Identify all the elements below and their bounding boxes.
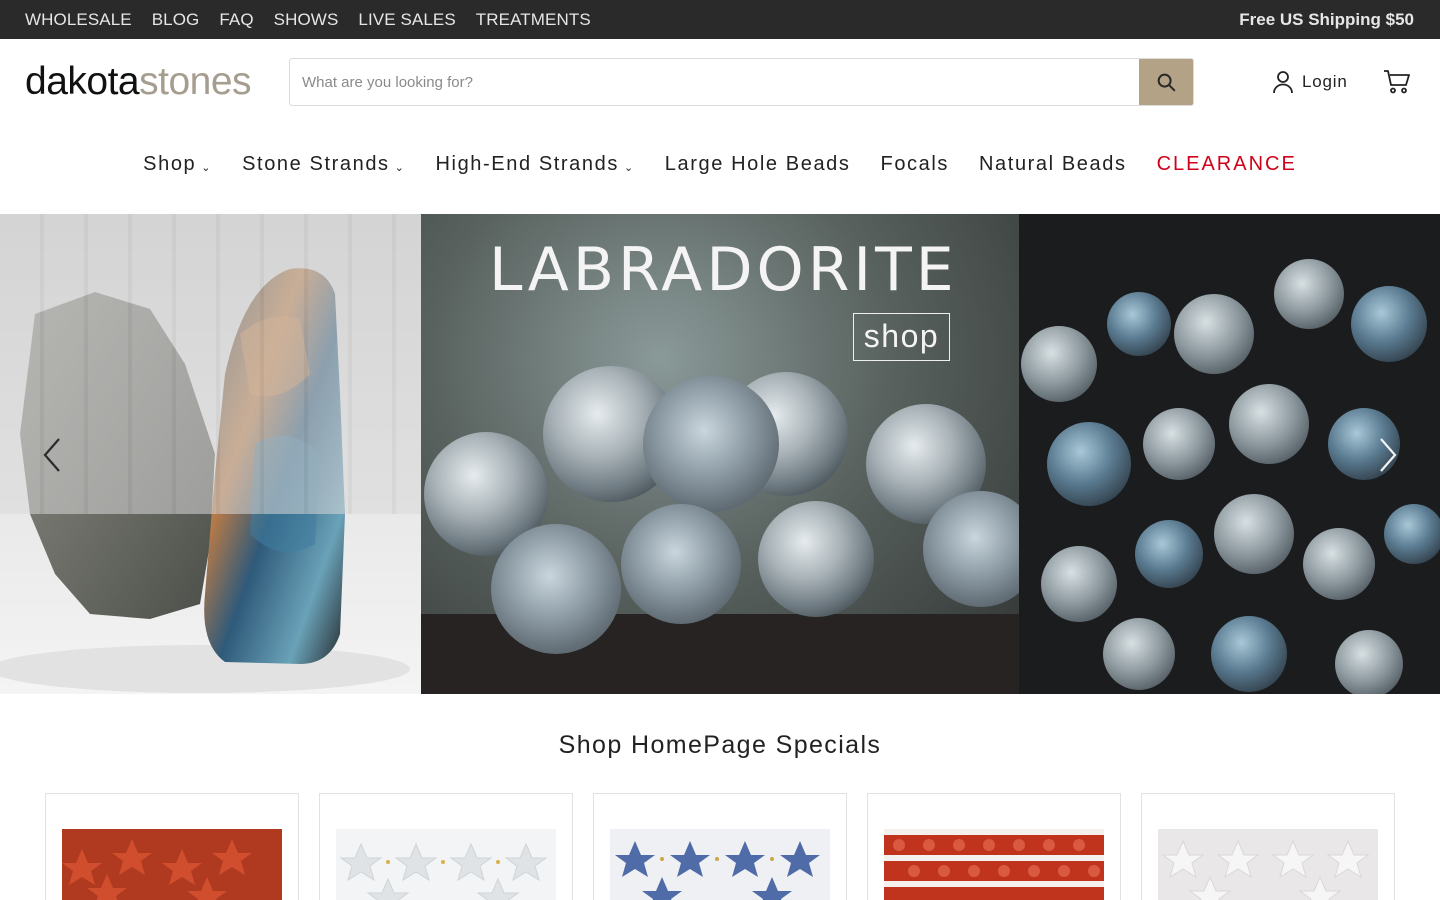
nav-item-focals[interactable]: Focals (881, 153, 950, 176)
slideshow-next-button[interactable] (1374, 435, 1402, 475)
product-image (884, 829, 1104, 900)
utility-link-faq[interactable]: FAQ (219, 10, 253, 30)
slideshow-prev-button[interactable] (38, 435, 66, 475)
hero-slideshow[interactable]: LABRADORITE shop (0, 214, 1440, 694)
product-card[interactable] (45, 793, 299, 900)
product-card[interactable] (1141, 793, 1395, 900)
nav-label: High-End Strands (435, 152, 619, 175)
chevron-down-icon: ⌄ (201, 161, 213, 174)
cart-icon (1384, 70, 1410, 94)
utility-links: WHOLESALE BLOG FAQ SHOWS LIVE SALES TREA… (25, 0, 611, 39)
product-card[interactable] (319, 793, 573, 900)
login-link[interactable]: Login (1272, 68, 1348, 96)
utility-link-treatments[interactable]: TREATMENTS (476, 10, 591, 30)
main-navigation: Shop ⌄ Stone Strands ⌄ High-End Strands ⌄ L… (0, 140, 1440, 188)
specials-heading: Shop HomePage Specials (558, 731, 882, 759)
search-bar (289, 58, 1194, 106)
utility-link-wholesale[interactable]: WHOLESALE (25, 10, 132, 30)
search-button[interactable] (1139, 59, 1193, 105)
nav-item-natural-beads[interactable]: Natural Beads (979, 153, 1127, 176)
nav-item-shop[interactable]: Shop ⌄ (143, 153, 212, 176)
login-label: Login (1302, 72, 1348, 91)
hero-title: LABRADORITE (489, 235, 958, 305)
hero-image-round-beads: LABRADORITE shop (421, 214, 1019, 694)
chevron-right-icon (1380, 438, 1397, 472)
product-card[interactable] (593, 793, 847, 900)
nav-label: Natural Beads (979, 152, 1127, 175)
utility-link-shows[interactable]: SHOWS (274, 10, 339, 30)
search-input[interactable] (290, 59, 1139, 105)
specials-product-grid (45, 793, 1395, 900)
shipping-promo: Free US Shipping $50 (1239, 9, 1414, 29)
hero-shop-button[interactable]: shop (853, 313, 950, 361)
utility-link-blog[interactable]: BLOG (152, 10, 200, 30)
site-logo[interactable]: dakota stones (25, 60, 252, 104)
logo-text-dakota: dakota (25, 60, 140, 103)
product-image (610, 829, 830, 900)
product-image (62, 829, 282, 900)
nav-item-large-hole-beads[interactable]: Large Hole Beads (665, 153, 851, 176)
chevron-left-icon (43, 438, 60, 472)
nav-label: Large Hole Beads (664, 152, 851, 175)
chevron-down-icon: ⌄ (623, 161, 635, 174)
nav-label: Focals (880, 152, 950, 175)
utility-link-live-sales[interactable]: LIVE SALES (358, 10, 455, 30)
nav-label: CLEARANCE (1156, 152, 1297, 175)
nav-label: Shop (143, 152, 197, 175)
top-utility-bar: WHOLESALE BLOG FAQ SHOWS LIVE SALES TREA… (0, 0, 1440, 39)
chevron-down-icon: ⌄ (394, 161, 406, 174)
user-icon (1273, 71, 1293, 94)
logo-text-stones: stones (139, 60, 252, 103)
nav-label: Stone Strands (242, 152, 390, 175)
nav-item-high-end-strands[interactable]: High-End Strands ⌄ (435, 153, 634, 176)
nav-item-clearance[interactable]: CLEARANCE (1157, 153, 1297, 176)
cart-button[interactable] (1382, 68, 1412, 96)
product-image (1158, 829, 1378, 900)
nav-item-stone-strands[interactable]: Stone Strands ⌄ (242, 153, 405, 176)
search-icon (1157, 73, 1176, 92)
product-card[interactable] (867, 793, 1121, 900)
product-image (336, 829, 556, 900)
